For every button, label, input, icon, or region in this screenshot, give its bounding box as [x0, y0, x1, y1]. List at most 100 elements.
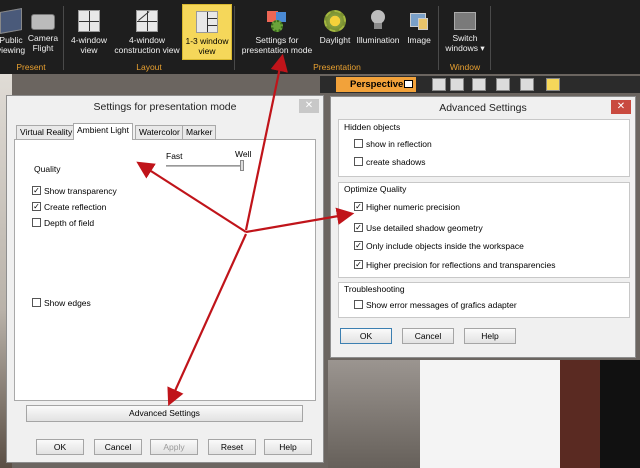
- create-reflection-checkbox[interactable]: ✓ Create reflection: [32, 202, 106, 212]
- quality-label: Quality: [34, 164, 61, 174]
- checkbox-box[interactable]: ✓: [32, 202, 41, 211]
- checkbox-box[interactable]: [32, 218, 41, 227]
- view-cube-icon[interactable]: [472, 78, 486, 91]
- show-error-messages-checkbox[interactable]: Show error messages of grafics adapter: [354, 300, 517, 310]
- checkbox-box[interactable]: [354, 300, 363, 309]
- checkbox-box[interactable]: ✓: [354, 241, 363, 250]
- show-in-reflection-checkbox[interactable]: show in reflection: [354, 139, 432, 149]
- viewport-scene: [600, 360, 640, 468]
- checkbox-label: Only include objects inside the workspac…: [366, 241, 524, 251]
- detailed-shadow-geometry-checkbox[interactable]: ✓ Use detailed shadow geometry: [354, 223, 483, 233]
- ribbon-separator: [490, 6, 491, 70]
- checkbox-box[interactable]: ✓: [354, 223, 363, 232]
- presentation-settings-label: Settings for presentation mode: [241, 35, 313, 55]
- one-three-window-view-label: 1-3 window view: [185, 36, 229, 56]
- camera-flight-button[interactable]: Camera Flight: [26, 4, 60, 60]
- checkbox-label: create shadows: [366, 157, 426, 167]
- render-mode-icon[interactable]: [546, 78, 560, 91]
- viewport-scene: [560, 360, 600, 468]
- checkbox-label: Show edges: [44, 298, 91, 308]
- show-transparency-checkbox[interactable]: ✓ Show transparency: [32, 186, 117, 196]
- group-label-window: Window: [449, 62, 481, 72]
- presentation-settings-button[interactable]: Settings for presentation mode: [238, 4, 316, 60]
- public-viewing-button[interactable]: Public viewing: [0, 4, 26, 60]
- four-window-construction-view-label: 4-window construction view: [114, 35, 180, 55]
- dialog-title-text: Settings for presentation mode: [93, 101, 237, 113]
- checkbox-box[interactable]: [354, 157, 363, 166]
- advanced-settings-button[interactable]: Advanced Settings: [26, 405, 303, 422]
- close-icon: ✕: [304, 100, 314, 111]
- viewport-scene: [420, 360, 560, 468]
- advanced-cancel-button[interactable]: Cancel: [402, 328, 454, 344]
- group-label-present: Present: [16, 62, 46, 72]
- four-window-icon: [78, 10, 100, 32]
- cancel-button[interactable]: Cancel: [94, 439, 142, 455]
- reset-button[interactable]: Reset: [208, 439, 256, 455]
- ribbon-separator: [63, 6, 64, 70]
- quality-slider-thumb[interactable]: [240, 160, 244, 171]
- close-button[interactable]: ✕: [299, 99, 319, 113]
- close-button[interactable]: ✕: [611, 100, 631, 114]
- tab-ambient-light[interactable]: Ambient Light: [73, 123, 133, 140]
- image-button[interactable]: Image: [402, 4, 436, 60]
- depth-of-field-checkbox[interactable]: Depth of field: [32, 218, 94, 228]
- tab-marker[interactable]: Marker: [182, 125, 217, 139]
- tab-virtual-reality[interactable]: Virtual Reality: [16, 125, 77, 139]
- image-label: Image: [407, 35, 431, 45]
- group-title: Optimize Quality: [344, 184, 407, 194]
- checkbox-label: Use detailed shadow geometry: [366, 223, 483, 233]
- illumination-button[interactable]: Illumination: [354, 4, 402, 60]
- four-window-view-button[interactable]: 4-window view: [66, 4, 112, 60]
- group-title: Troubleshooting: [344, 284, 405, 294]
- checkbox-box[interactable]: ✓: [354, 260, 363, 269]
- section-icon[interactable]: [450, 78, 464, 91]
- quality-slider[interactable]: [166, 165, 243, 167]
- daylight-button[interactable]: Daylight: [316, 4, 354, 60]
- ribbon-separator: [234, 6, 235, 70]
- slider-fast-label: Fast: [166, 151, 183, 161]
- view-frame-icon[interactable]: [520, 78, 534, 91]
- group-label-layout: Layout: [136, 62, 162, 72]
- apply-button[interactable]: Apply: [150, 439, 198, 455]
- checkbox-label: Create reflection: [44, 202, 107, 212]
- switch-windows-button[interactable]: Switch windows ▾: [442, 4, 488, 60]
- viewport-scene: [328, 360, 420, 468]
- four-window-construction-view-button[interactable]: 4-window construction view: [112, 4, 182, 60]
- create-shadows-checkbox[interactable]: create shadows: [354, 157, 426, 167]
- zoom-icon[interactable]: [432, 78, 446, 91]
- display-icon: [0, 8, 22, 34]
- checkbox-box[interactable]: ✓: [32, 186, 41, 195]
- ok-button[interactable]: OK: [36, 439, 84, 455]
- checkbox-box[interactable]: [32, 298, 41, 307]
- tab-watercolor[interactable]: Watercolor: [135, 125, 184, 139]
- illumination-label: Illumination: [356, 35, 400, 45]
- higher-numeric-precision-checkbox[interactable]: ✓ Higher numeric precision: [354, 202, 460, 212]
- image-icon: [408, 10, 430, 32]
- dialog-title-text: Advanced Settings: [439, 102, 527, 114]
- view-box-icon[interactable]: [496, 78, 510, 91]
- advanced-ok-button[interactable]: OK: [340, 328, 392, 344]
- objects-inside-workspace-checkbox[interactable]: ✓ Only include objects inside the worksp…: [354, 241, 524, 251]
- group-title: Hidden objects: [344, 122, 401, 132]
- checkbox-label: Depth of field: [44, 218, 95, 228]
- checkbox-label: Higher precision for reflections and tra…: [366, 260, 556, 270]
- switch-windows-label: Switch windows ▾: [445, 33, 485, 53]
- higher-precision-reflections-checkbox[interactable]: ✓ Higher precision for reflections and t…: [354, 260, 555, 270]
- advanced-help-button[interactable]: Help: [464, 328, 516, 344]
- checkbox-label: Show transparency: [44, 186, 117, 196]
- dialog-title: Advanced Settings ✕: [331, 97, 635, 119]
- checkbox-label: show in reflection: [366, 139, 432, 149]
- checkbox-box[interactable]: ✓: [354, 202, 363, 211]
- group-label-presentation: Presentation: [313, 62, 361, 72]
- checkbox-box[interactable]: [354, 139, 363, 148]
- help-button[interactable]: Help: [264, 439, 312, 455]
- one-three-window-view-button[interactable]: 1-3 window view: [182, 4, 232, 60]
- one-three-window-icon: [196, 11, 218, 33]
- camera-icon: [31, 14, 55, 30]
- close-icon: ✕: [616, 101, 626, 112]
- switch-windows-icon: [454, 12, 476, 30]
- camera-flight-label: Camera Flight: [27, 33, 59, 53]
- show-edges-checkbox[interactable]: Show edges: [32, 298, 91, 308]
- maximize-icon[interactable]: [404, 80, 413, 88]
- checkbox-label: Show error messages of grafics adapter: [366, 300, 517, 310]
